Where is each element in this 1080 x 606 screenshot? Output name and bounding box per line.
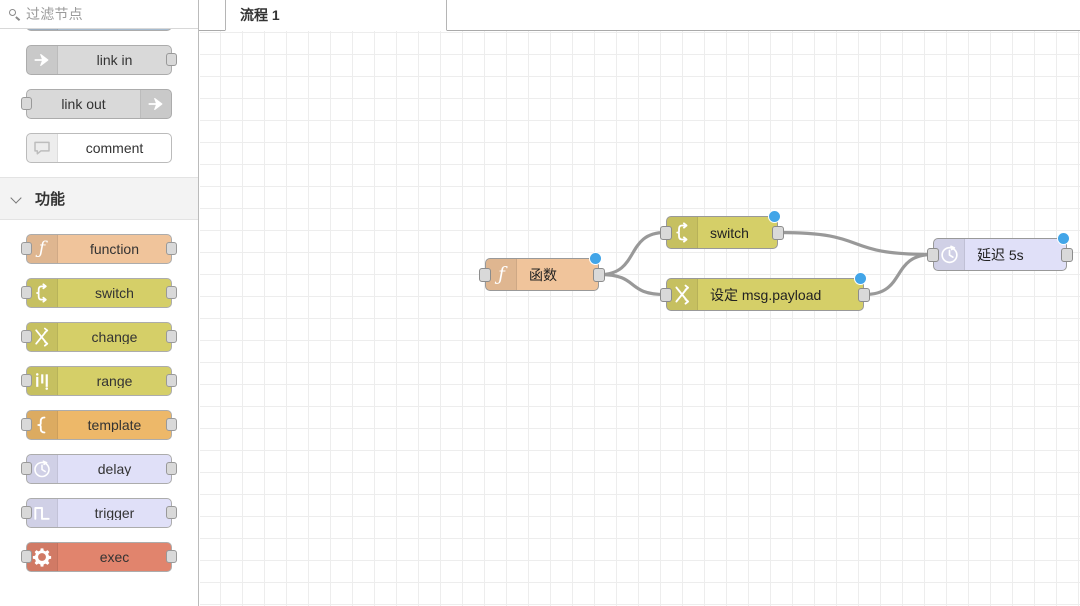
palette-node-change[interactable]: change xyxy=(21,322,177,352)
wire-switch-to-delay[interactable] xyxy=(777,230,934,257)
palette-port-in xyxy=(21,418,32,431)
status-icon xyxy=(27,29,58,30)
wire-layer xyxy=(598,230,934,297)
wire-fn-to-change[interactable] xyxy=(598,272,667,297)
palette-node-label: link in xyxy=(96,53,133,67)
flow-node-output-port[interactable] xyxy=(593,267,605,282)
wire-change-to-delay[interactable] xyxy=(863,252,934,297)
search-icon xyxy=(8,8,21,21)
palette-port-in xyxy=(21,462,32,475)
palette-search-box[interactable]: 过滤节点 xyxy=(0,0,198,29)
palette-node-label: link out xyxy=(61,97,106,111)
palette-port-out xyxy=(166,374,177,387)
flow-node-status-dot xyxy=(854,272,867,285)
palette-node-exec[interactable]: exec xyxy=(21,542,177,572)
flow-node-delay[interactable]: 延迟 5s xyxy=(927,232,1073,271)
palette-port-out xyxy=(166,330,177,343)
tab-flow-1[interactable]: 流程 1 xyxy=(225,0,447,31)
svg-text:ƒ: ƒ xyxy=(494,264,508,285)
link-in-icon xyxy=(27,46,58,74)
palette-node-label: delay xyxy=(97,462,132,476)
palette-port-out xyxy=(166,506,177,519)
flow-node-output-port[interactable] xyxy=(1061,247,1073,262)
flow-node-status-dot xyxy=(1057,232,1070,245)
palette-port-in xyxy=(21,506,32,519)
flow-node-output-port[interactable] xyxy=(858,287,870,302)
comment-icon xyxy=(27,134,58,162)
palette-node-label: template xyxy=(87,418,142,432)
palette-node-label: comment xyxy=(85,141,144,155)
flow-tab-bar: 流程 1 xyxy=(199,0,1080,31)
flow-canvas[interactable]: ƒ 函数 switch 设定 msg.payload 延迟 5s xyxy=(200,31,1080,606)
palette-category-body: ƒ function switch change range template delay t… xyxy=(0,220,198,590)
chevron-down-icon xyxy=(12,193,23,204)
palette-node-link-out[interactable]: link out xyxy=(21,89,172,119)
palette-port-in xyxy=(21,550,32,563)
palette-port-in xyxy=(21,286,32,299)
palette-node-status[interactable]: status xyxy=(26,29,172,31)
palette-port-out xyxy=(166,242,177,255)
palette-node-label: function xyxy=(89,242,140,256)
flow-node-label: 函数 xyxy=(529,266,557,283)
palette-node-switch[interactable]: switch xyxy=(21,278,177,308)
flow-node-fn[interactable]: ƒ 函数 xyxy=(479,252,605,291)
palette-node-label: switch xyxy=(95,286,134,300)
wire-fn-to-switch[interactable] xyxy=(598,230,667,277)
palette-port-in xyxy=(21,242,32,255)
palette-node-delay[interactable]: delay xyxy=(21,454,177,484)
palette-node-label: change xyxy=(91,330,138,344)
tab-label: 流程 1 xyxy=(240,7,280,23)
palette-port-out xyxy=(166,286,177,299)
palette-node-label: exec xyxy=(99,550,130,564)
palette-node-template[interactable]: template xyxy=(21,410,177,440)
flow-node-label: 设定 msg.payload xyxy=(710,286,822,303)
palette-port-out xyxy=(166,53,177,66)
flow-node-input-port[interactable] xyxy=(660,225,672,240)
flow-node-label: switch xyxy=(710,224,749,241)
palette-category-label: 功能 xyxy=(35,191,66,208)
flow-node-change[interactable]: 设定 msg.payload xyxy=(660,272,870,311)
palette-node-link-in[interactable]: link in xyxy=(26,45,177,75)
flow-node-input-port[interactable] xyxy=(927,247,939,262)
svg-text:ƒ: ƒ xyxy=(35,239,49,259)
palette-node-label: range xyxy=(96,374,133,388)
flow-node-status-dot xyxy=(589,252,602,265)
link-out-icon xyxy=(140,90,171,118)
flow-node-switch[interactable]: switch xyxy=(660,210,784,249)
node-red-editor: 过滤节点 status link in link out comment 功能 ƒ func… xyxy=(0,0,1080,606)
palette-node-comment[interactable]: comment xyxy=(26,133,172,163)
palette-category-header-functions[interactable]: 功能 xyxy=(0,177,198,220)
palette-port-in xyxy=(21,374,32,387)
flow-node-label: 延迟 5s xyxy=(977,246,1024,263)
palette-port-out xyxy=(166,550,177,563)
palette-port-in xyxy=(21,330,32,343)
palette-scroll-area[interactable]: status link in link out comment 功能 ƒ function s… xyxy=(0,29,198,606)
flow-node-output-port[interactable] xyxy=(772,225,784,240)
palette-node-trigger[interactable]: trigger xyxy=(21,498,177,528)
palette-node-range[interactable]: range xyxy=(21,366,177,396)
flow-node-input-port[interactable] xyxy=(660,287,672,302)
palette-port-out xyxy=(166,462,177,475)
palette-port-out xyxy=(166,418,177,431)
flow-node-status-dot xyxy=(768,210,781,223)
palette-node-label: trigger xyxy=(94,506,135,520)
palette-sidebar: 过滤节点 status link in link out comment 功能 ƒ func… xyxy=(0,0,199,606)
palette-port-in xyxy=(21,97,32,110)
flow-node-input-port[interactable] xyxy=(479,267,491,282)
palette-node-function[interactable]: ƒ function xyxy=(21,234,177,264)
palette-search-placeholder: 过滤节点 xyxy=(26,6,83,22)
